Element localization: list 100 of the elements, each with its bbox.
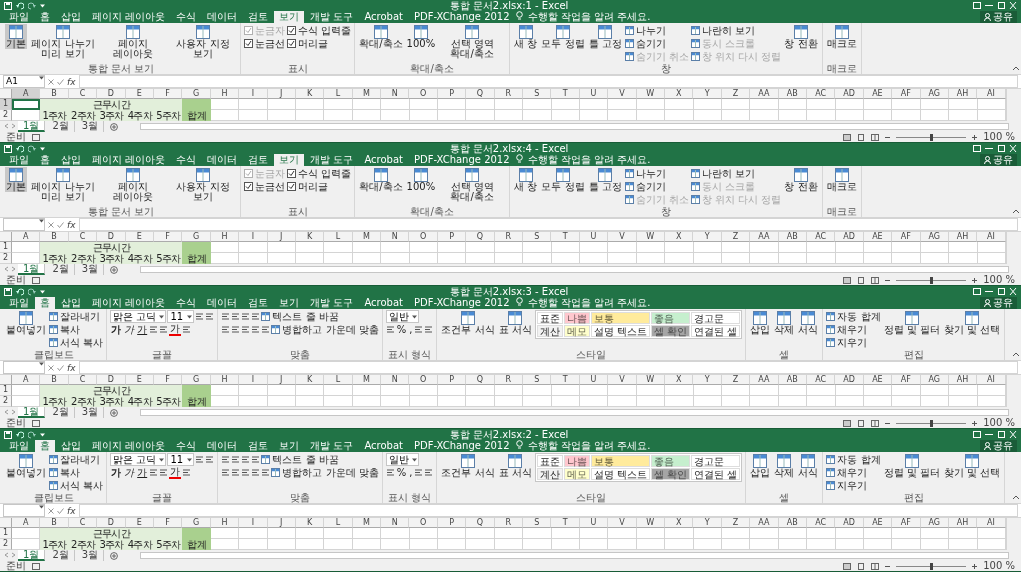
column-header[interactable]: Y [693, 232, 722, 242]
sheet-icon[interactable] [9, 168, 23, 182]
column-header[interactable]: T [551, 232, 580, 242]
column-header[interactable]: E [125, 518, 154, 528]
lines-icon[interactable] [241, 455, 251, 464]
sheet-icon[interactable] [373, 25, 388, 39]
sheet-icon[interactable] [834, 25, 849, 39]
column-header[interactable]: L [324, 375, 353, 385]
column-header[interactable]: K [295, 518, 325, 528]
redo-icon[interactable] [28, 430, 36, 439]
ribbon-tab[interactable]: 보기 [274, 440, 305, 452]
sheet-icon[interactable] [690, 169, 700, 178]
ribbon-button[interactable]: 매크로 [825, 167, 858, 192]
ribbon-button[interactable]: 기본 [5, 167, 27, 192]
underline-button[interactable]: 가 [136, 466, 149, 479]
zoom-in-icon[interactable] [972, 420, 978, 426]
zoom-level[interactable]: 100 % [983, 132, 1015, 142]
ribbon-button[interactable]: 100% [405, 24, 437, 49]
minimize-icon[interactable] [985, 431, 993, 438]
sheet-icon[interactable] [624, 182, 634, 191]
column-header[interactable]: C [68, 232, 98, 242]
add-sheet-icon[interactable] [110, 551, 119, 560]
column-header[interactable]: D [97, 232, 126, 242]
cell-style[interactable]: 연결된 셀 [691, 325, 741, 337]
scroll-bar[interactable] [140, 409, 1009, 416]
caret-icon[interactable] [159, 314, 165, 319]
underline-button[interactable]: 가 [136, 323, 149, 336]
column-header[interactable]: AA [750, 89, 779, 99]
lines-icon[interactable] [385, 468, 395, 477]
lines-icon[interactable] [251, 312, 261, 321]
column-header[interactable]: M [352, 518, 382, 528]
ribbon-button[interactable]: 삽입 [749, 310, 772, 335]
ribbon-tab[interactable]: 수식 [171, 11, 202, 23]
column-header[interactable]: M [352, 89, 382, 99]
sheet-icon[interactable] [826, 325, 836, 334]
cell-style[interactable]: 셀 확인 [651, 325, 691, 337]
ribbon-tab[interactable]: Acrobat [359, 11, 408, 23]
ribbon-button[interactable]: 페이지 레이아웃 [99, 24, 167, 59]
column-header[interactable]: I [239, 232, 268, 242]
close-icon[interactable] [1009, 145, 1017, 152]
lines-icon[interactable] [159, 325, 169, 334]
column-header[interactable]: V [608, 232, 637, 242]
cancel-icon[interactable] [48, 507, 54, 514]
sheet-icon[interactable] [508, 454, 523, 468]
zoom-in-icon[interactable] [972, 563, 978, 569]
column-header[interactable]: Y [693, 518, 722, 528]
column-header[interactable]: N [381, 232, 410, 242]
add-sheet-icon[interactable] [110, 265, 119, 274]
dropdown-field[interactable]: 맑은 고딕 [110, 310, 167, 323]
column-header[interactable]: AC [806, 232, 836, 242]
minimize-icon[interactable] [985, 2, 993, 9]
column-header[interactable]: D [97, 89, 126, 99]
ribbon-options-icon[interactable] [973, 145, 981, 152]
column-header[interactable]: Q [466, 89, 495, 99]
column-header[interactable]: AD [835, 232, 864, 242]
ribbon-tab[interactable]: PDF-XChange 2012 [408, 440, 515, 452]
lines-icon[interactable] [231, 325, 241, 334]
sheet-icon[interactable] [598, 168, 613, 182]
column-header[interactable]: AH [948, 518, 978, 528]
share-button[interactable]: 공유 [980, 11, 1017, 23]
sheet-icon[interactable] [126, 25, 140, 39]
ribbon-tab[interactable]: PDF-XChange 2012 [408, 297, 515, 309]
column-header[interactable]: H [210, 89, 240, 99]
lines-icon[interactable] [231, 312, 241, 321]
column-header[interactable]: Y [693, 375, 722, 385]
next-sheet-icon[interactable] [11, 407, 16, 417]
ribbon-button[interactable]: 나란히 보기 [690, 24, 756, 37]
zoom-out-icon[interactable] [885, 563, 891, 569]
column-header[interactable]: U [579, 232, 609, 242]
column-header[interactable]: A [12, 375, 41, 385]
redo-icon[interactable] [28, 287, 36, 296]
ribbon-tab[interactable]: 페이지 레이아웃 [87, 440, 171, 452]
ribbon-tab[interactable]: 수식 [171, 297, 202, 309]
column-header[interactable]: Z [721, 89, 751, 99]
scroll-bar[interactable] [1005, 375, 1021, 407]
sheet-icon[interactable] [49, 481, 58, 490]
column-header[interactable]: Z [721, 232, 751, 242]
lines-icon[interactable] [424, 325, 434, 334]
ribbon-tab[interactable]: 페이지 레이아웃 [87, 11, 171, 23]
collapse-icon[interactable] [1013, 495, 1019, 499]
column-header[interactable]: AE [863, 375, 893, 385]
ribbon-button[interactable]: 표 서식 [497, 310, 533, 335]
format-button[interactable]: % [395, 466, 408, 479]
sheet-icon[interactable] [801, 311, 816, 325]
column-header[interactable]: X [665, 375, 694, 385]
column-header[interactable]: B [40, 89, 69, 99]
column-header[interactable]: E [125, 232, 154, 242]
ribbon-tab[interactable]: 홈 [35, 440, 55, 452]
cell-style[interactable]: 계산 [536, 325, 563, 337]
cell-style[interactable]: 좋음 [651, 312, 691, 324]
scroll-bar[interactable] [140, 266, 1009, 273]
column-header[interactable]: R [494, 232, 524, 242]
formula-input[interactable] [78, 75, 1018, 88]
sheet-icon[interactable] [598, 25, 613, 39]
share-button[interactable]: 공유 [980, 297, 1017, 309]
macro-record-icon[interactable] [32, 419, 40, 427]
zoom-level[interactable]: 100 % [983, 418, 1015, 428]
ribbon-tab[interactable]: 검토 [243, 297, 274, 309]
sheet-icon[interactable] [19, 454, 33, 468]
lines-icon[interactable] [231, 468, 241, 477]
